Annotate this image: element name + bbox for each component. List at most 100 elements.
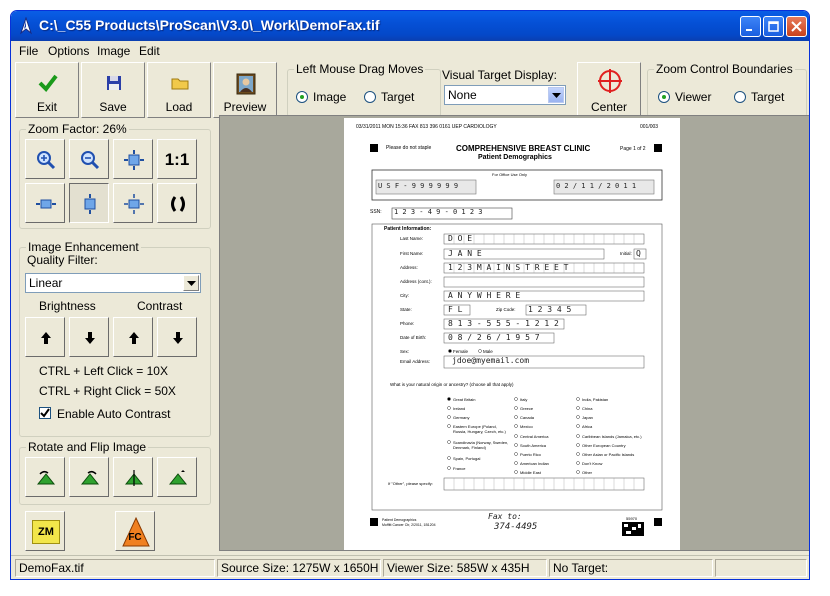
fax-number: 374-4495 xyxy=(494,522,538,532)
zip-value: 1 2 3 4 5 xyxy=(528,305,572,314)
clinic-name: COMPREHENSIVE BREAST CLINIC xyxy=(456,144,591,153)
origin-option: Other Asian or Pacific Islands xyxy=(582,452,635,457)
toolbar: Exit Save Load Preview Left Mouse Drag M… xyxy=(15,61,807,121)
brightness-up-button[interactable] xyxy=(25,317,65,357)
quality-filter-value: Linear xyxy=(29,276,63,290)
quality-filter-select[interactable]: Linear xyxy=(25,273,201,293)
zoom-1to1-button[interactable]: 1:1 xyxy=(157,139,197,179)
office-use-label: For Office Use Only xyxy=(492,172,528,177)
menu-image[interactable]: Image xyxy=(97,44,130,58)
dropdown-arrow[interactable] xyxy=(548,87,564,103)
origin-option: South America xyxy=(520,443,547,448)
field-label: Last Name: xyxy=(400,236,424,241)
brightness-down-button[interactable] xyxy=(69,317,109,357)
status-source-size: Source Size: 1275W x 1650H xyxy=(217,559,381,577)
visual-target-select[interactable]: None xyxy=(444,85,566,105)
zm-button[interactable]: ZM xyxy=(25,511,65,551)
initial-label: Initial: xyxy=(620,251,632,256)
fit-page-button[interactable] xyxy=(113,183,153,223)
field-label: City: xyxy=(400,293,409,298)
origin-option: Central America xyxy=(520,434,549,439)
origin-option: Africa xyxy=(582,424,593,429)
preview-button[interactable]: Preview xyxy=(213,62,277,118)
fit-width-button[interactable] xyxy=(25,183,65,223)
flip-horizontal-icon xyxy=(124,470,144,486)
chevron-down-icon xyxy=(187,281,196,286)
origin-option: China xyxy=(582,406,593,411)
checkmark-icon xyxy=(38,74,58,93)
fax-header-page: 001/003 xyxy=(640,124,659,130)
fit-page-icon xyxy=(124,194,144,214)
flip-vertical-button[interactable] xyxy=(157,457,197,497)
field-value: D O E xyxy=(448,234,473,243)
ctrl-left-hint: CTRL + Left Click = 10X xyxy=(39,364,168,378)
exit-button[interactable]: Exit xyxy=(15,62,79,118)
fit-all-button[interactable] xyxy=(113,139,153,179)
field-label: Email Address: xyxy=(400,359,431,364)
portrait-icon xyxy=(236,73,256,95)
field-value: J A N E xyxy=(448,249,482,258)
load-button[interactable]: Load xyxy=(147,62,211,118)
checkmark-icon xyxy=(40,408,50,418)
flip-vertical-icon xyxy=(168,470,188,485)
origin-option: Caribbean Islands (Jamaica, etc.) xyxy=(582,434,642,439)
origin-option: India, Pakistan xyxy=(582,397,609,402)
drag-image-radio[interactable]: Image xyxy=(296,90,346,104)
preview-label: Preview xyxy=(223,100,267,114)
zoom-out-button[interactable] xyxy=(69,139,109,179)
flip-horizontal-button[interactable] xyxy=(113,457,153,497)
save-button[interactable]: Save xyxy=(81,62,145,118)
ssn-label: SSN: xyxy=(370,209,382,215)
minimize-button[interactable] xyxy=(740,16,761,37)
menu-options[interactable]: Options xyxy=(48,44,89,58)
contrast-down-button[interactable] xyxy=(157,317,197,357)
form-date-value: 0 2 / 1 1 / 2 0 1 1 xyxy=(556,182,637,190)
fc-button[interactable]: FC xyxy=(115,511,155,551)
center-button[interactable]: Center xyxy=(577,62,641,118)
rotate-left-button[interactable] xyxy=(25,457,65,497)
title-bar[interactable]: C:\_C55 Products\ProScan\V3.0\_Work\Demo… xyxy=(11,11,809,41)
field-value: A N Y W H E R E xyxy=(448,291,521,300)
field-value: 8 1 3 - 5 5 5 - 1 2 1 2 xyxy=(448,319,559,328)
brightness-label: Brightness xyxy=(39,299,96,313)
origin-option: Don't Know xyxy=(582,461,603,466)
origin-option: Other xyxy=(582,470,593,475)
arrow-down-icon xyxy=(85,332,95,344)
initial-value: Q xyxy=(636,249,641,258)
refresh-icon xyxy=(171,196,185,212)
origin-option: Great Britain xyxy=(453,397,476,402)
footer-code: 55970 xyxy=(626,516,638,521)
menu-edit[interactable]: Edit xyxy=(139,44,160,58)
footer-line2: Moffitt Cancer Ctr, 2/2011, 1B1204 xyxy=(382,523,436,527)
footer-line1: Patient Demographics xyxy=(382,518,417,522)
zoom-viewer-radio[interactable]: Viewer xyxy=(658,90,711,104)
origin-question: What is your natural origin or ancestry?… xyxy=(390,382,514,387)
reset-view-button[interactable] xyxy=(157,183,197,223)
auto-contrast-checkbox[interactable] xyxy=(39,407,51,419)
arrow-up-icon xyxy=(129,332,139,344)
status-bar: DemoFax.tif Source Size: 1275W x 1650H V… xyxy=(11,555,809,579)
maximize-icon xyxy=(768,21,779,32)
folder-icon xyxy=(171,78,189,90)
maximize-button[interactable] xyxy=(763,16,784,37)
image-viewer[interactable]: 03/31/2011 MON 15:36 FAX 813 396 0161 UE… xyxy=(219,115,809,551)
fit-height-button[interactable] xyxy=(69,183,109,223)
fit-height-icon xyxy=(84,194,96,214)
patient-info-heading: Patient Information: xyxy=(384,226,432,232)
sex-female-label: Female xyxy=(453,349,469,354)
close-button[interactable] xyxy=(786,16,807,37)
rotate-left-icon xyxy=(36,470,56,485)
ctrl-right-hint: CTRL + Right Click = 50X xyxy=(39,384,176,398)
zoom-target-radio[interactable]: Target xyxy=(734,90,784,104)
rotate-right-icon xyxy=(80,470,100,485)
rotate-right-button[interactable] xyxy=(69,457,109,497)
dropdown-arrow[interactable] xyxy=(183,275,199,291)
menu-file[interactable]: File xyxy=(19,44,38,58)
other-specify-label: If "Other", please specify: xyxy=(388,481,433,486)
arrow-up-icon xyxy=(41,332,51,344)
contrast-up-button[interactable] xyxy=(113,317,153,357)
drag-target-radio[interactable]: Target xyxy=(364,90,414,104)
patient-id-value: U S F - 9 9 9 9 9 9 xyxy=(378,182,459,190)
zoom-in-button[interactable] xyxy=(25,139,65,179)
radio-dot xyxy=(364,91,376,103)
